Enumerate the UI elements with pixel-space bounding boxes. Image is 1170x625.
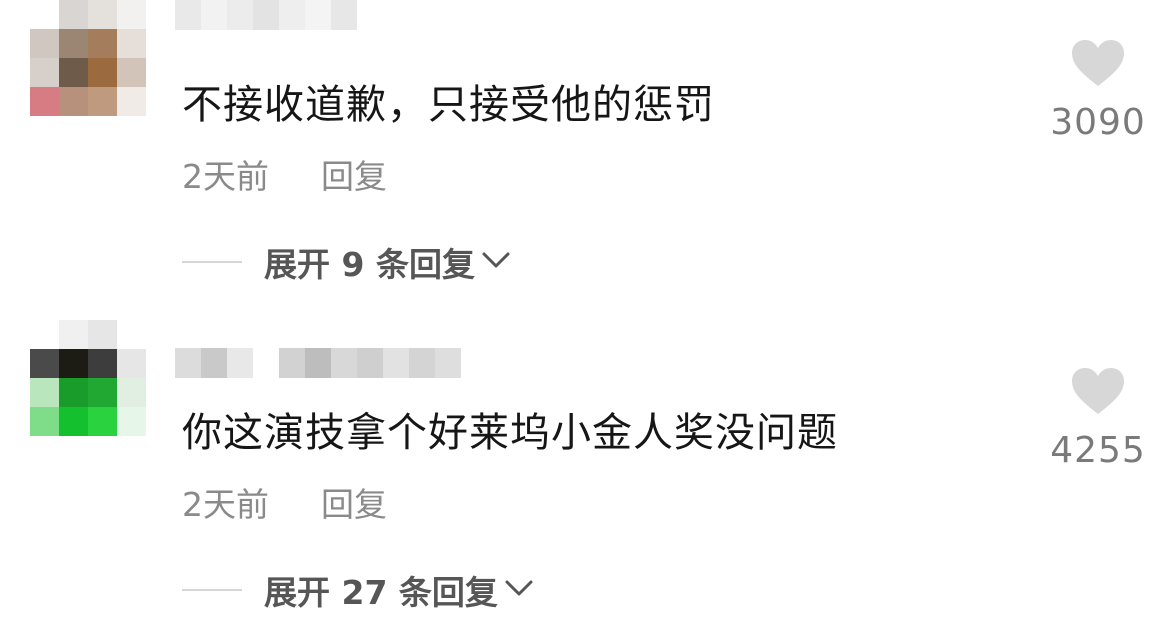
comment-text: 你这演技拿个好莱坞小金人奖没问题 bbox=[182, 410, 838, 456]
avatar-pixel bbox=[30, 0, 59, 29]
avatar-pixel bbox=[59, 407, 88, 436]
avatar-pixel bbox=[117, 407, 146, 436]
avatar-pixel bbox=[30, 407, 59, 436]
avatar-pixel bbox=[30, 320, 59, 349]
expand-replies-button[interactable]: 展开 9 条回复 bbox=[182, 238, 511, 286]
like-button[interactable]: 3090 bbox=[1043, 38, 1153, 143]
avatar-pixel bbox=[88, 29, 117, 58]
avatar-pixel bbox=[59, 0, 88, 29]
avatar-pixel bbox=[59, 87, 88, 116]
avatar-pixel bbox=[59, 320, 88, 349]
comment-text: 不接收道歉，只接受他的惩罚 bbox=[182, 82, 715, 128]
reply-button[interactable]: 回复 bbox=[321, 150, 387, 198]
avatar-pixel bbox=[117, 29, 146, 58]
comment-meta: 2天前 回复 bbox=[182, 150, 387, 198]
expand-replies-button[interactable]: 展开 27 条回复 bbox=[182, 566, 534, 614]
avatar-pixel bbox=[117, 349, 146, 378]
avatar[interactable] bbox=[30, 320, 146, 436]
comment-time: 2天前 bbox=[182, 157, 269, 196]
avatar-pixel bbox=[30, 378, 59, 407]
divider-line bbox=[182, 261, 242, 263]
avatar-pixel bbox=[88, 349, 117, 378]
avatar-pixel bbox=[88, 58, 117, 87]
expand-replies-label: 展开 9 条回复 bbox=[264, 245, 475, 284]
avatar-pixel bbox=[30, 58, 59, 87]
comment-meta: 2天前 回复 bbox=[182, 478, 387, 526]
avatar-pixel bbox=[88, 87, 117, 116]
expand-replies-label: 展开 27 条回复 bbox=[264, 573, 498, 612]
avatar-pixel bbox=[88, 320, 117, 349]
heart-icon bbox=[1043, 366, 1153, 420]
comment-item: 不接收道歉，只接受他的惩罚 2天前 回复 展开 9 条回复 3090 bbox=[0, 0, 1170, 310]
avatar-pixel bbox=[88, 378, 117, 407]
avatar-pixel bbox=[117, 320, 146, 349]
username-blurred[interactable] bbox=[175, 0, 357, 30]
avatar-pixel bbox=[30, 29, 59, 58]
avatar-pixel bbox=[117, 0, 146, 29]
avatar-pixel bbox=[59, 378, 88, 407]
avatar-pixel bbox=[88, 407, 117, 436]
avatar-pixel bbox=[30, 87, 59, 116]
username-blurred[interactable] bbox=[175, 348, 461, 378]
avatar-pixel bbox=[30, 349, 59, 378]
avatar-pixel bbox=[59, 349, 88, 378]
chevron-down-icon bbox=[481, 250, 511, 274]
avatar-pixel bbox=[88, 0, 117, 29]
reply-button[interactable]: 回复 bbox=[321, 478, 387, 526]
chevron-down-icon bbox=[504, 578, 534, 602]
avatar[interactable] bbox=[30, 0, 146, 116]
divider-line bbox=[182, 589, 242, 591]
avatar-pixel bbox=[117, 378, 146, 407]
comment-time: 2天前 bbox=[182, 485, 269, 524]
like-button[interactable]: 4255 bbox=[1043, 366, 1153, 471]
avatar-pixel bbox=[117, 87, 146, 116]
avatar-pixel bbox=[117, 58, 146, 87]
avatar-pixel bbox=[59, 58, 88, 87]
avatar-pixel bbox=[59, 29, 88, 58]
heart-icon bbox=[1043, 38, 1153, 92]
like-count: 3090 bbox=[1050, 102, 1146, 143]
like-count: 4255 bbox=[1050, 430, 1146, 471]
comment-item: 你这演技拿个好莱坞小金人奖没问题 2天前 回复 展开 27 条回复 4255 bbox=[0, 320, 1170, 625]
